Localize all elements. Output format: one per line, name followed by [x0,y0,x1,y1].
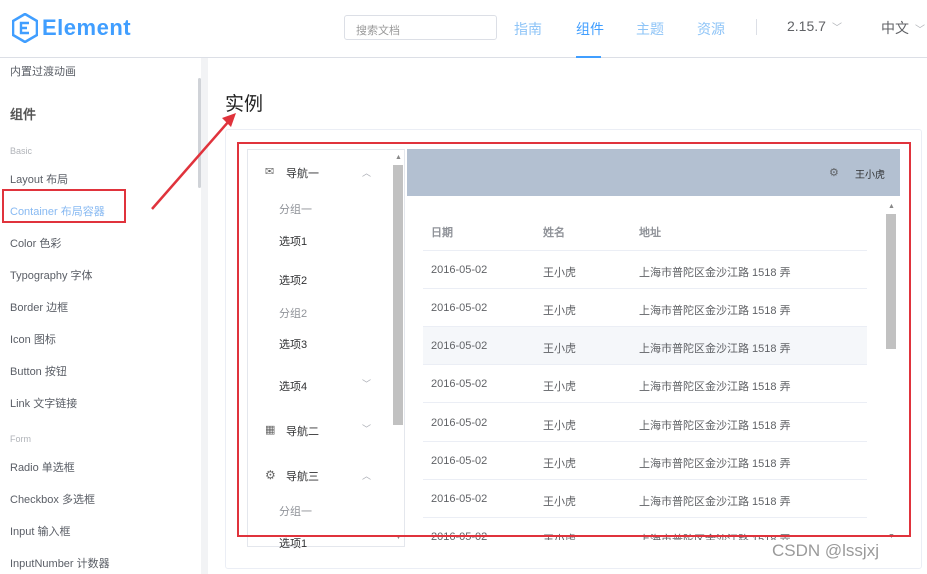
page: Element 搜索文档 指南 组件 主题 资源 2.15.7 ﹀ 中文 ﹀ 内置过… [0,0,927,574]
watermark: CSDN @lssjxj [772,541,879,560]
page-title: 实例 [225,94,264,115]
highlight-box-demo [237,142,911,537]
menu-option-5[interactable]: 选项1 [279,535,307,551]
